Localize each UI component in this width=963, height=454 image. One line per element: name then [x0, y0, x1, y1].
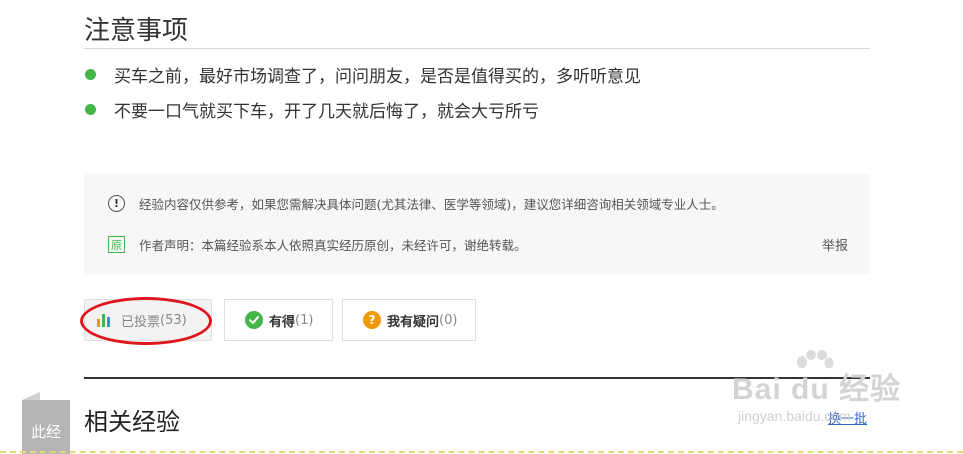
- useful-label: 有得: [269, 314, 296, 330]
- disclaimer-notice-text: 经验内容仅供参考，如果您需解决具体问题(尤其法律、医学等领域)，建议您详细咨询相…: [139, 197, 724, 212]
- section-divider: [84, 377, 870, 379]
- bar-chart-icon: [97, 313, 113, 327]
- question-button[interactable]: ? 我有疑问 (0): [342, 299, 476, 341]
- useful-button[interactable]: 有得 (1): [224, 299, 333, 341]
- author-statement: 原 作者声明：本篇经验系本人依照真实经历原创，未经许可，谢绝转载。: [108, 235, 527, 254]
- question-count: (0): [439, 312, 458, 328]
- note-item-text: 不要一口气就买下车，开了几天就后悔了，就会大亏所亏: [114, 102, 539, 122]
- notes-title: 注意事项: [84, 16, 189, 46]
- green-bullet-icon: [85, 104, 96, 115]
- useful-count: (1): [295, 312, 314, 328]
- exclamation-icon: !: [108, 195, 125, 212]
- check-circle-icon: [245, 311, 263, 329]
- side-tab[interactable]: 此经: [22, 400, 70, 454]
- question-label: 我有疑问: [387, 314, 440, 330]
- voted-count: (53): [160, 312, 187, 328]
- note-item: 买车之前，最好市场调查了，问问朋友，是否是值得买的，多听听意见: [84, 62, 641, 87]
- baidu-watermark: Bai du 经验 jingyan.baidu.com: [732, 350, 922, 430]
- bottom-border: [0, 451, 963, 453]
- disclaimer-notice: ! 经验内容仅供参考，如果您需解决具体问题(尤其法律、医学等领域)，建议您详细咨…: [108, 194, 724, 213]
- note-item-text: 买车之前，最好市场调查了，问问朋友，是否是值得买的，多听听意见: [114, 67, 641, 87]
- green-bullet-icon: [85, 69, 96, 80]
- question-circle-icon: ?: [363, 311, 381, 329]
- related-title: 相关经验: [84, 408, 180, 436]
- disclaimer-box: ! 经验内容仅供参考，如果您需解决具体问题(尤其法律、医学等领域)，建议您详细咨…: [84, 174, 870, 274]
- paw-icon: [797, 350, 834, 369]
- author-statement-text: 作者声明：本篇经验系本人依照真实经历原创，未经许可，谢绝转载。: [139, 238, 527, 253]
- report-link[interactable]: 举报: [822, 235, 848, 254]
- voted-label: 已投票: [121, 314, 161, 330]
- original-badge-icon: 原: [108, 236, 125, 253]
- title-divider: [84, 48, 870, 49]
- watermark-main: Bai du 经验: [732, 373, 902, 406]
- refresh-link[interactable]: 换一批: [828, 408, 867, 427]
- side-tab-fold: [22, 392, 40, 400]
- voted-button[interactable]: 已投票 (53): [84, 299, 212, 341]
- note-item: 不要一口气就买下车，开了几天就后悔了，就会大亏所亏: [84, 97, 539, 122]
